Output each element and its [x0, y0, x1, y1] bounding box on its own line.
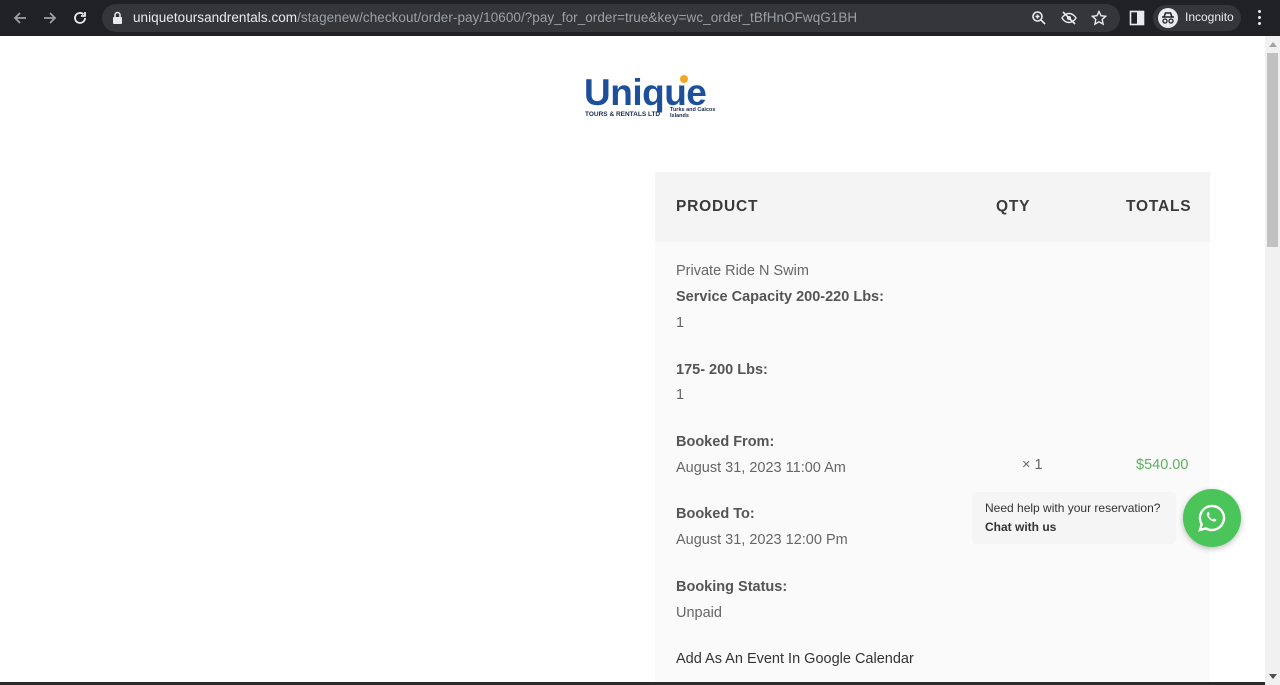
booked-from-value: August 31, 2023 11:00 Am: [676, 460, 846, 476]
header-qty: QTY: [996, 198, 1031, 215]
order-table: PRODUCT QTY TOTALS Private Ride N Swim S…: [655, 172, 1210, 685]
booked-to-value: August 31, 2023 12:00 Pm: [676, 532, 848, 548]
incognito-icon: [1158, 8, 1178, 28]
booking-status-label: Booking Status:: [676, 579, 788, 595]
zoom-icon[interactable]: [1031, 10, 1047, 26]
side-panel-icon[interactable]: [1129, 10, 1145, 26]
more-menu-icon[interactable]: [1252, 9, 1268, 27]
chat-prompt[interactable]: Need help with your reservation? Chat wi…: [972, 492, 1176, 544]
eye-off-icon[interactable]: [1061, 10, 1077, 26]
forward-button[interactable]: [37, 5, 63, 31]
weight-value: 1: [676, 387, 685, 403]
qty-value: × 1: [1022, 457, 1043, 473]
reload-button[interactable]: [67, 5, 93, 31]
weight-label: 175- 200 Lbs:: [676, 362, 768, 378]
url-text[interactable]: uniquetoursandrentals.com/stagenew/check…: [133, 10, 857, 25]
table-header: PRODUCT QTY TOTALS: [655, 172, 1210, 242]
url-path: /stagenew/checkout/order-pay/10600/?pay_…: [297, 10, 858, 25]
reload-icon: [74, 12, 86, 24]
scroll-up-arrow-icon[interactable]: [1269, 42, 1277, 47]
scrollbar-thumb[interactable]: [1267, 53, 1278, 247]
incognito-label: Incognito: [1185, 10, 1234, 24]
logo-location: Turks and Caicos Islands: [670, 107, 716, 119]
service-capacity-label: Service Capacity 200-220 Lbs:: [676, 289, 884, 305]
chat-cta: Chat with us: [985, 520, 1057, 534]
total-value: $540.00: [1136, 457, 1189, 473]
star-icon[interactable]: [1091, 10, 1107, 26]
incognito-badge[interactable]: Incognito: [1153, 5, 1241, 31]
logo-sun-icon: [680, 75, 688, 83]
chat-help-text: Need help with your reservation?: [985, 501, 1161, 515]
whatsapp-button[interactable]: [1183, 489, 1241, 547]
scroll-down-arrow-icon[interactable]: [1269, 674, 1277, 679]
header-product: PRODUCT: [676, 198, 759, 215]
address-bar[interactable]: uniquetoursandrentals.com/stagenew/check…: [102, 4, 1120, 32]
booked-from-label: Booked From:: [676, 434, 775, 450]
logo-tagline: TOURS & RENTALS LTD: [585, 111, 661, 118]
booking-status-value: Unpaid: [676, 605, 722, 621]
google-calendar-link[interactable]: Add As An Event In Google Calendar: [676, 651, 914, 667]
site-logo[interactable]: Unique TOURS & RENTALS LTD Turks and Cai…: [584, 74, 724, 124]
booked-to-label: Booked To:: [676, 506, 755, 522]
service-capacity-value: 1: [676, 315, 685, 331]
page-scrollbar[interactable]: [1265, 36, 1280, 685]
product-name: Private Ride N Swim: [676, 263, 809, 279]
back-button[interactable]: [7, 5, 33, 31]
header-totals: TOTALS: [1126, 198, 1192, 215]
forward-arrow-icon: [44, 12, 57, 24]
url-host: uniquetoursandrentals.com: [133, 10, 298, 25]
lock-icon[interactable]: [112, 11, 123, 25]
back-arrow-icon: [13, 12, 26, 24]
whatsapp-icon: [1198, 504, 1226, 532]
browser-toolbar: uniquetoursandrentals.com/stagenew/check…: [0, 0, 1280, 36]
